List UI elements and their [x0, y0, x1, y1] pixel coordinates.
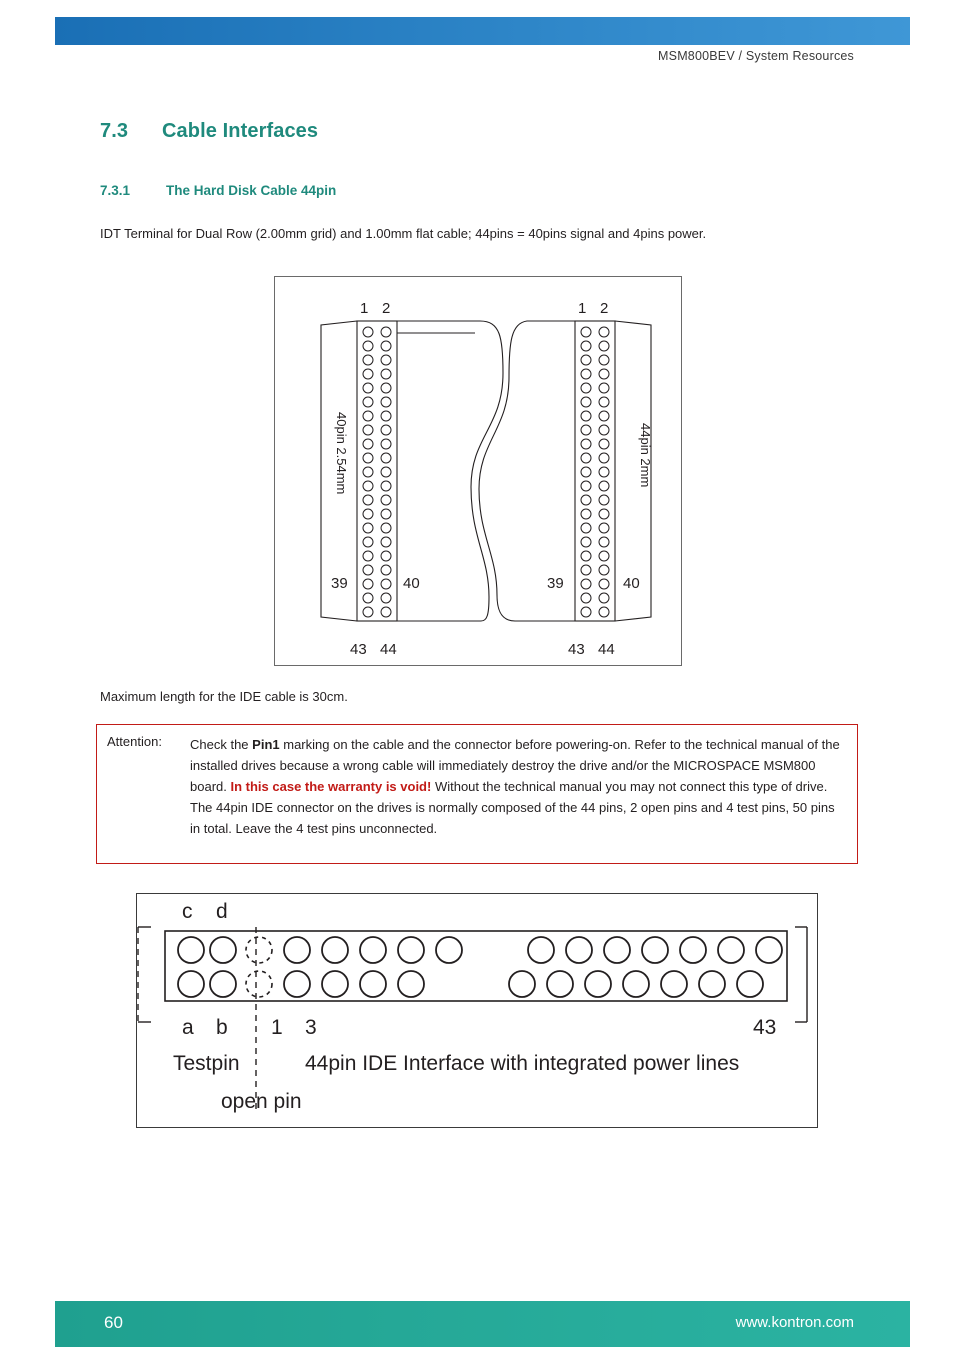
fig1-right-pin40-label: 40: [623, 575, 640, 592]
fig1-right-pin2-label: 2: [600, 300, 608, 317]
footer-url: www.kontron.com: [735, 1314, 854, 1331]
page-number: 60: [104, 1313, 123, 1332]
subsection-title: The Hard Disk Cable 44pin: [166, 183, 337, 198]
attention-p1-before: Check the: [190, 737, 253, 752]
fig1-right-side-label: 44pin 2mm: [638, 423, 653, 487]
fig1-left-pin39-label: 39: [331, 575, 348, 592]
intro-paragraph: IDT Terminal for Dual Row (2.00mm grid) …: [100, 226, 707, 241]
fig1-left-side-label: 40pin 2.54mm: [334, 412, 349, 494]
fig2-label-d: d: [216, 900, 228, 923]
fig2-label-43: 43: [753, 1016, 776, 1039]
fig1-right-pin39-label: 39: [547, 575, 564, 592]
fig1-right-pin44-label: 44: [598, 641, 615, 658]
hard-disk-cable-figure: 1 2 1 2 39 40 39 40 43 44 43 44 40pin 2.…: [274, 276, 682, 666]
fig2-caption: 44pin IDE Interface with integrated powe…: [305, 1052, 739, 1075]
header-accent-bar: [55, 17, 910, 45]
max-length-paragraph: Maximum length for the IDE cable is 30cm…: [100, 689, 348, 704]
fig2-label-1: 1: [271, 1016, 283, 1039]
attention-p2: The 44pin IDE connector on the drives is…: [190, 800, 835, 836]
section-title: Cable Interfaces: [162, 120, 319, 142]
attention-body: Check the Pin1 marking on the cable and …: [190, 734, 845, 839]
attention-pin1-bold: Pin1: [252, 737, 280, 752]
ide-connector-figure: c d a b 1 3 43 Testpin 44pin IDE Interfa…: [136, 893, 818, 1128]
fig2-open-pin-label: open pin: [221, 1090, 302, 1113]
fig1-right-pin43-label: 43: [568, 641, 585, 658]
fig1-left-pin2-label: 2: [382, 300, 390, 317]
fig1-left-pin40-label: 40: [403, 575, 420, 592]
subsection-heading: 7.3.1 The Hard Disk Cable 44pin: [100, 183, 336, 198]
attention-p1-tail: Without the technical manual you may not…: [431, 779, 828, 794]
section-number: 7.3: [100, 120, 129, 142]
attention-note: Attention: Check the Pin1 marking on the…: [96, 724, 858, 864]
fig1-left-pin44-label: 44: [380, 641, 397, 658]
fig2-label-b: b: [216, 1016, 228, 1039]
fig2-testpin-label: Testpin: [173, 1052, 240, 1075]
page-title: 7.3 Cable Interfaces: [100, 120, 318, 143]
fig2-label-a: a: [182, 1016, 194, 1039]
header-title: MSM800BEV / System Resources: [658, 49, 854, 63]
fig1-right-pin1-label: 1: [578, 300, 586, 317]
fig2-label-c: c: [182, 900, 193, 923]
fig1-left-pin43-label: 43: [350, 641, 367, 658]
subsection-number: 7.3.1: [100, 183, 131, 198]
fig2-label-3: 3: [305, 1016, 317, 1039]
attention-warranty-warning: In this case the warranty is void!: [230, 779, 432, 794]
fig1-left-pin1-label: 1: [360, 300, 368, 317]
attention-label: Attention:: [107, 734, 162, 749]
